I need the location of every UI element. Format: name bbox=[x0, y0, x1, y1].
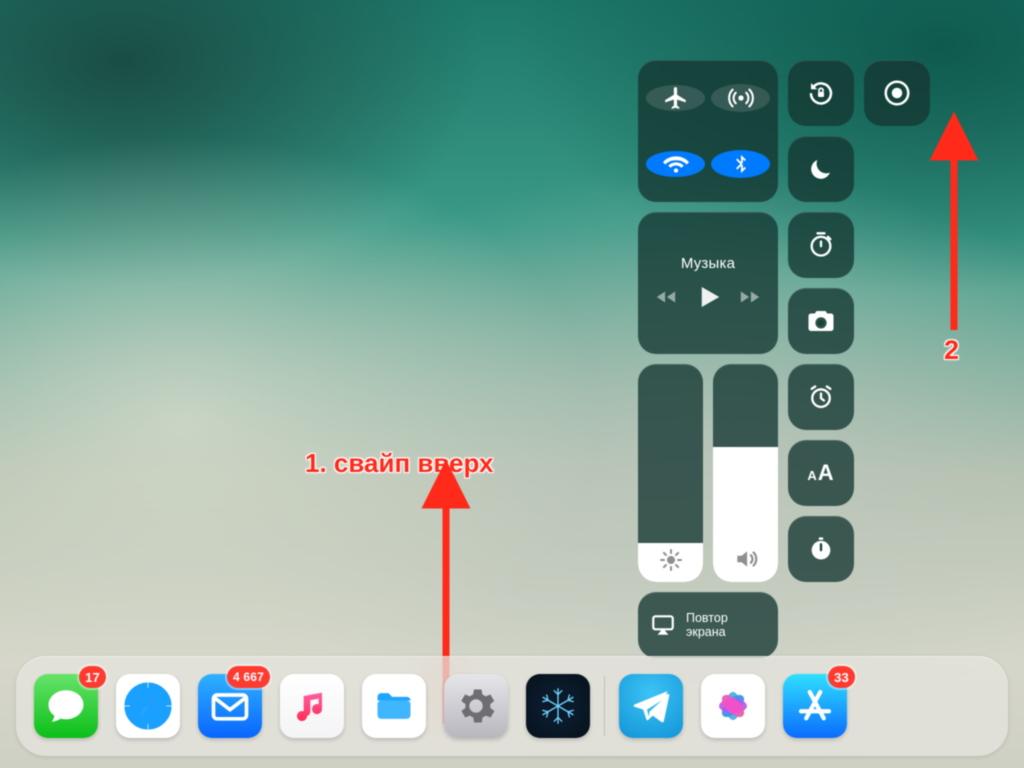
appstore-icon bbox=[794, 685, 836, 727]
messages-icon bbox=[45, 685, 87, 727]
dock-group-right: 33 bbox=[619, 674, 847, 738]
brightness-slider[interactable] bbox=[638, 364, 703, 582]
snowflake-icon bbox=[535, 683, 581, 729]
timer-shortcut[interactable] bbox=[788, 212, 854, 278]
text-size-icon: AA bbox=[807, 460, 834, 486]
prev-track-icon[interactable] bbox=[655, 286, 677, 308]
camera-icon bbox=[806, 306, 836, 336]
dnd-toggle[interactable] bbox=[788, 136, 854, 202]
antenna-icon bbox=[727, 84, 755, 112]
camera-shortcut[interactable] bbox=[788, 288, 854, 354]
telegram-icon bbox=[630, 685, 672, 727]
speaker-icon bbox=[733, 546, 759, 572]
music-title: Музыка bbox=[681, 255, 735, 272]
photos-icon bbox=[709, 682, 757, 730]
dock-app-telegram[interactable] bbox=[619, 674, 683, 738]
screen-mirror-tile[interactable]: Повтор экрана bbox=[638, 592, 778, 658]
volume-slider[interactable] bbox=[713, 364, 778, 582]
airplay-icon bbox=[650, 612, 676, 638]
dock-separator bbox=[604, 676, 605, 736]
safari-icon bbox=[119, 677, 177, 735]
music-tile[interactable]: Музыка bbox=[638, 212, 778, 354]
annotation-step2-arrow bbox=[934, 130, 974, 330]
airplane-mode-toggle[interactable] bbox=[646, 85, 705, 111]
dock-app-files[interactable] bbox=[362, 674, 426, 738]
control-center: Музыка AA bbox=[638, 60, 934, 658]
alarm-shortcut[interactable] bbox=[788, 364, 854, 430]
bluetooth-icon bbox=[730, 150, 752, 178]
dock-app-mail[interactable]: 4 667 bbox=[198, 674, 262, 738]
badge: 33 bbox=[828, 666, 855, 688]
rotation-lock-toggle[interactable] bbox=[788, 60, 854, 126]
screen-record-toggle[interactable] bbox=[864, 60, 930, 126]
wifi-toggle[interactable] bbox=[646, 151, 705, 177]
dock: 17 4 667 bbox=[16, 656, 1008, 756]
music-icon bbox=[292, 686, 332, 726]
brightness-icon bbox=[659, 548, 683, 572]
dock-app-safari[interactable] bbox=[116, 674, 180, 738]
dock-app-appstore[interactable]: 33 bbox=[783, 674, 847, 738]
files-icon bbox=[372, 684, 416, 728]
gear-icon bbox=[453, 683, 499, 729]
dock-group-left: 17 4 667 bbox=[34, 674, 590, 738]
dock-app-music[interactable] bbox=[280, 674, 344, 738]
cell-data-toggle[interactable] bbox=[711, 84, 770, 112]
annotation-step2-label: 2 bbox=[944, 335, 959, 366]
stopwatch-shortcut[interactable] bbox=[788, 516, 854, 582]
play-icon[interactable] bbox=[693, 282, 723, 312]
badge: 4 667 bbox=[227, 666, 270, 688]
mail-icon bbox=[208, 684, 252, 728]
dock-app-settings[interactable] bbox=[444, 674, 508, 738]
moon-icon bbox=[808, 156, 834, 182]
annotation-step1-label: 1. свайп вверх bbox=[305, 448, 493, 479]
text-size-shortcut[interactable]: AA bbox=[788, 440, 854, 506]
next-track-icon[interactable] bbox=[739, 286, 761, 308]
dock-app-photos[interactable] bbox=[701, 674, 765, 738]
rotation-lock-icon bbox=[806, 78, 836, 108]
dock-app-custom[interactable] bbox=[526, 674, 590, 738]
badge: 17 bbox=[79, 666, 106, 688]
dock-app-messages[interactable]: 17 bbox=[34, 674, 98, 738]
stopwatch-icon bbox=[807, 535, 835, 563]
alarm-icon bbox=[807, 383, 835, 411]
wifi-icon bbox=[663, 151, 689, 177]
timer-icon bbox=[807, 231, 835, 259]
airplane-icon bbox=[663, 85, 689, 111]
connectivity-tile[interactable] bbox=[638, 60, 778, 202]
record-icon bbox=[882, 78, 912, 108]
screen-mirror-label: Повтор экрана bbox=[686, 611, 728, 640]
bluetooth-toggle[interactable] bbox=[711, 150, 770, 178]
